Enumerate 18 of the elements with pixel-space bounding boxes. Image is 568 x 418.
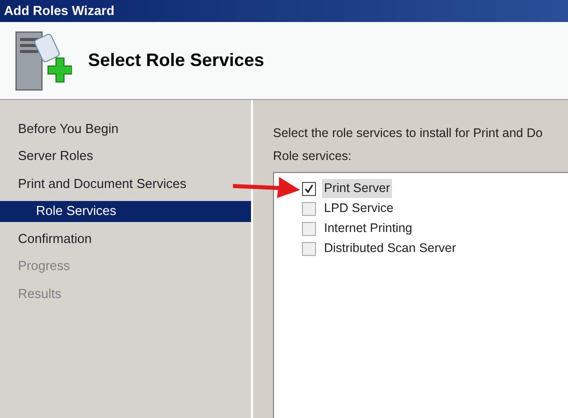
wizard-step[interactable]: Print and Document Services — [0, 173, 188, 194]
window-title: Add Roles Wizard — [4, 2, 114, 20]
checkbox[interactable] — [302, 182, 316, 196]
checkbox[interactable] — [302, 202, 316, 216]
checkbox[interactable] — [302, 242, 316, 256]
wizard-step[interactable]: Confirmation — [0, 228, 94, 249]
instruction-text: Select the role services to install for Print and Do — [273, 125, 543, 142]
pointer-arrow — [233, 176, 301, 198]
role-service-label[interactable]: LPD Service — [322, 199, 396, 218]
wizard-step[interactable]: Server Roles — [0, 146, 96, 166]
list-label: Role services: — [273, 148, 352, 165]
wizard-step[interactable]: Before You Begin — [0, 118, 120, 139]
role-service-label[interactable]: Print Server — [322, 179, 392, 198]
wizard-step[interactable]: Role Services — [0, 200, 251, 222]
role-service-label[interactable]: Internet Printing — [322, 219, 414, 238]
page-heading: Select Role Services — [88, 49, 264, 72]
checkbox[interactable] — [302, 222, 316, 236]
role-service-label[interactable]: Distributed Scan Server — [322, 239, 458, 258]
